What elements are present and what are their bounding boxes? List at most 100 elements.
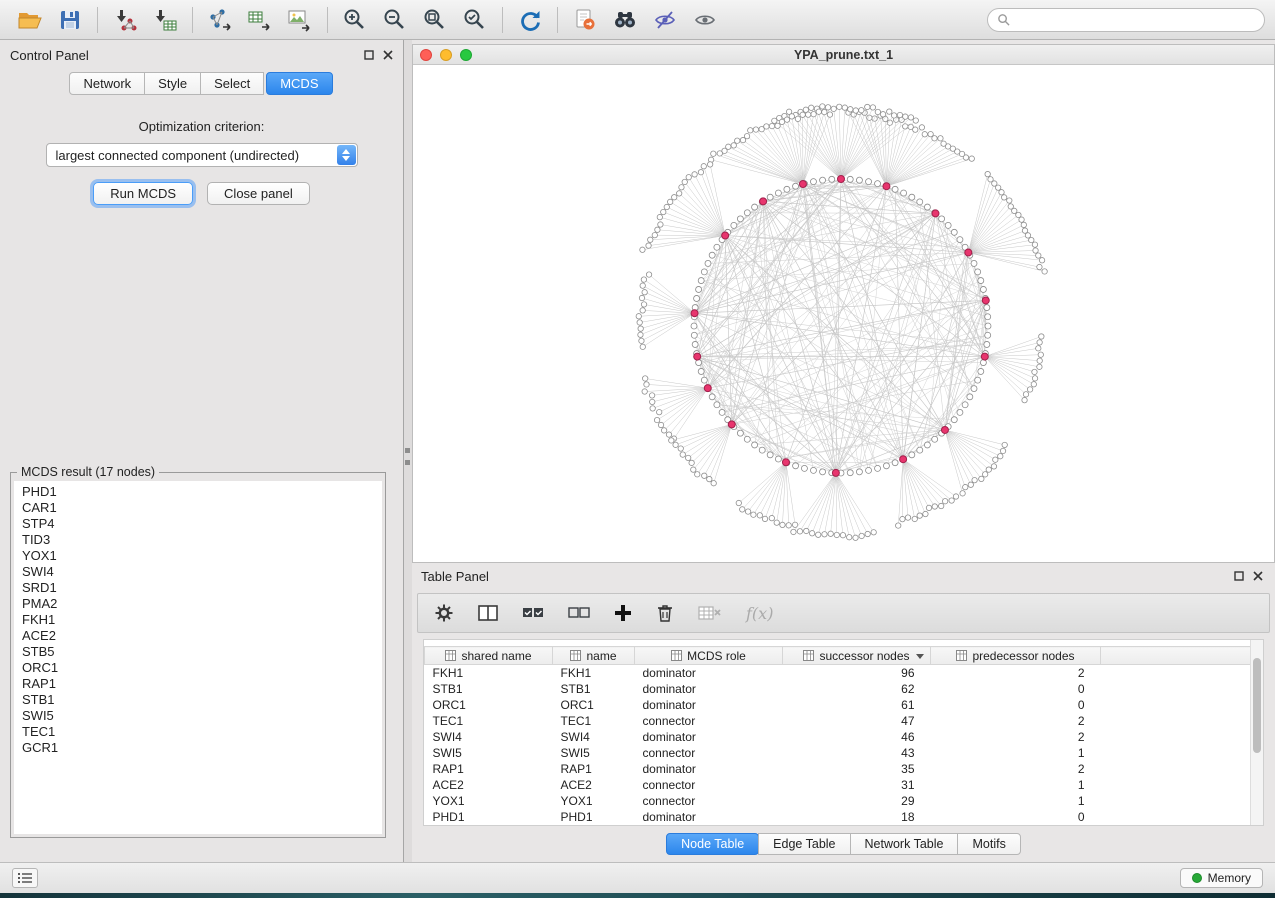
- mcds-dominator-node[interactable]: [760, 198, 767, 205]
- graph-node[interactable]: [822, 532, 827, 537]
- graph-node[interactable]: [745, 509, 750, 514]
- graph-node[interactable]: [905, 515, 910, 520]
- graph-node[interactable]: [767, 194, 773, 200]
- delete-columns-button[interactable]: [656, 603, 674, 623]
- graph-node[interactable]: [638, 326, 643, 331]
- function-builder-button[interactable]: f(x): [746, 604, 773, 623]
- export-image-button[interactable]: [280, 4, 320, 36]
- graph-node[interactable]: [666, 432, 671, 437]
- list-item[interactable]: TEC1: [14, 724, 382, 740]
- graph-node[interactable]: [1008, 204, 1013, 209]
- graph-node[interactable]: [775, 123, 780, 128]
- graph-node[interactable]: [748, 128, 753, 133]
- graph-node[interactable]: [757, 513, 762, 518]
- search-box[interactable]: [987, 8, 1265, 32]
- graph-node[interactable]: [689, 460, 694, 465]
- mcds-dominator-node[interactable]: [981, 353, 988, 360]
- table-row[interactable]: ACE2ACE2connector311: [425, 777, 1252, 793]
- graph-node[interactable]: [896, 523, 901, 528]
- graph-node[interactable]: [650, 399, 655, 404]
- graph-node[interactable]: [696, 286, 702, 292]
- graph-node[interactable]: [984, 305, 990, 311]
- graph-node[interactable]: [856, 469, 862, 475]
- list-item[interactable]: SWI5: [14, 708, 382, 724]
- graph-node[interactable]: [883, 463, 889, 469]
- graph-node[interactable]: [891, 113, 896, 118]
- graph-node[interactable]: [1023, 392, 1028, 397]
- graph-node[interactable]: [707, 476, 712, 481]
- graph-node[interactable]: [945, 222, 951, 228]
- graph-node[interactable]: [941, 141, 946, 146]
- table-row[interactable]: SWI5SWI5connector431: [425, 745, 1252, 761]
- graph-node[interactable]: [801, 465, 807, 471]
- graph-node[interactable]: [901, 190, 907, 196]
- tab-network-table[interactable]: Network Table: [850, 833, 959, 855]
- graph-node[interactable]: [842, 105, 847, 110]
- close-panel-button[interactable]: Close panel: [207, 182, 310, 205]
- graph-node[interactable]: [642, 376, 647, 381]
- graph-node[interactable]: [859, 108, 864, 113]
- show-columns-button[interactable]: [478, 604, 498, 622]
- graph-node[interactable]: [840, 533, 845, 538]
- graph-node[interactable]: [795, 116, 800, 121]
- graph-node[interactable]: [736, 500, 741, 505]
- graph-node[interactable]: [753, 127, 758, 132]
- graph-node[interactable]: [1038, 352, 1043, 357]
- graph-node[interactable]: [797, 529, 802, 534]
- graph-node[interactable]: [917, 513, 922, 518]
- graph-node[interactable]: [691, 323, 697, 329]
- graph-node[interactable]: [853, 108, 858, 113]
- graph-node[interactable]: [938, 136, 943, 141]
- unselect-all-button[interactable]: [568, 605, 590, 621]
- graph-node[interactable]: [735, 138, 740, 143]
- graph-node[interactable]: [909, 452, 915, 458]
- apply-layout-button[interactable]: [510, 4, 550, 36]
- mcds-dominator-node[interactable]: [838, 176, 845, 183]
- graph-node[interactable]: [800, 112, 805, 117]
- graph-node[interactable]: [709, 252, 715, 258]
- graph-node[interactable]: [982, 472, 987, 477]
- graph-node[interactable]: [831, 106, 836, 111]
- graph-node[interactable]: [1032, 242, 1037, 247]
- show-graphics-details-button[interactable]: [685, 4, 725, 36]
- graph-node[interactable]: [686, 175, 691, 180]
- graph-node[interactable]: [951, 417, 957, 423]
- open-file-button[interactable]: [10, 4, 50, 36]
- graph-node[interactable]: [837, 104, 842, 109]
- export-network-button[interactable]: [200, 4, 240, 36]
- graph-node[interactable]: [639, 338, 644, 343]
- run-mcds-button[interactable]: Run MCDS: [93, 182, 193, 205]
- list-item[interactable]: STB5: [14, 644, 382, 660]
- graph-node[interactable]: [737, 216, 743, 222]
- panel-splitter[interactable]: [404, 40, 412, 862]
- graph-node[interactable]: [650, 406, 655, 411]
- graph-node[interactable]: [673, 442, 678, 447]
- graph-node[interactable]: [892, 460, 898, 466]
- graph-node[interactable]: [980, 286, 986, 292]
- table-row[interactable]: PHD1PHD1dominator180: [425, 809, 1252, 825]
- tab-mcds[interactable]: MCDS: [266, 72, 332, 95]
- graph-node[interactable]: [887, 109, 892, 114]
- graph-node[interactable]: [963, 484, 968, 489]
- graph-node[interactable]: [866, 467, 872, 473]
- graph-node[interactable]: [897, 112, 902, 117]
- list-item[interactable]: SRD1: [14, 580, 382, 596]
- table-row[interactable]: TEC1TEC1connector472: [425, 713, 1252, 729]
- graph-node[interactable]: [960, 491, 965, 496]
- graph-node[interactable]: [641, 302, 646, 307]
- graph-node[interactable]: [1039, 334, 1044, 339]
- graph-node[interactable]: [636, 314, 641, 319]
- list-item[interactable]: FKH1: [14, 612, 382, 628]
- optimization-criterion-select[interactable]: largest connected component (undirected): [46, 143, 358, 167]
- graph-node[interactable]: [1007, 198, 1012, 203]
- graph-node[interactable]: [962, 402, 968, 408]
- graph-node[interactable]: [908, 115, 913, 120]
- graph-node[interactable]: [769, 515, 774, 520]
- graph-node[interactable]: [642, 290, 647, 295]
- graph-node[interactable]: [640, 283, 645, 288]
- mcds-dominator-node[interactable]: [704, 385, 711, 392]
- graph-node[interactable]: [825, 105, 830, 110]
- tab-style[interactable]: Style: [144, 72, 201, 95]
- graph-node[interactable]: [1022, 397, 1027, 402]
- graph-node[interactable]: [654, 417, 659, 422]
